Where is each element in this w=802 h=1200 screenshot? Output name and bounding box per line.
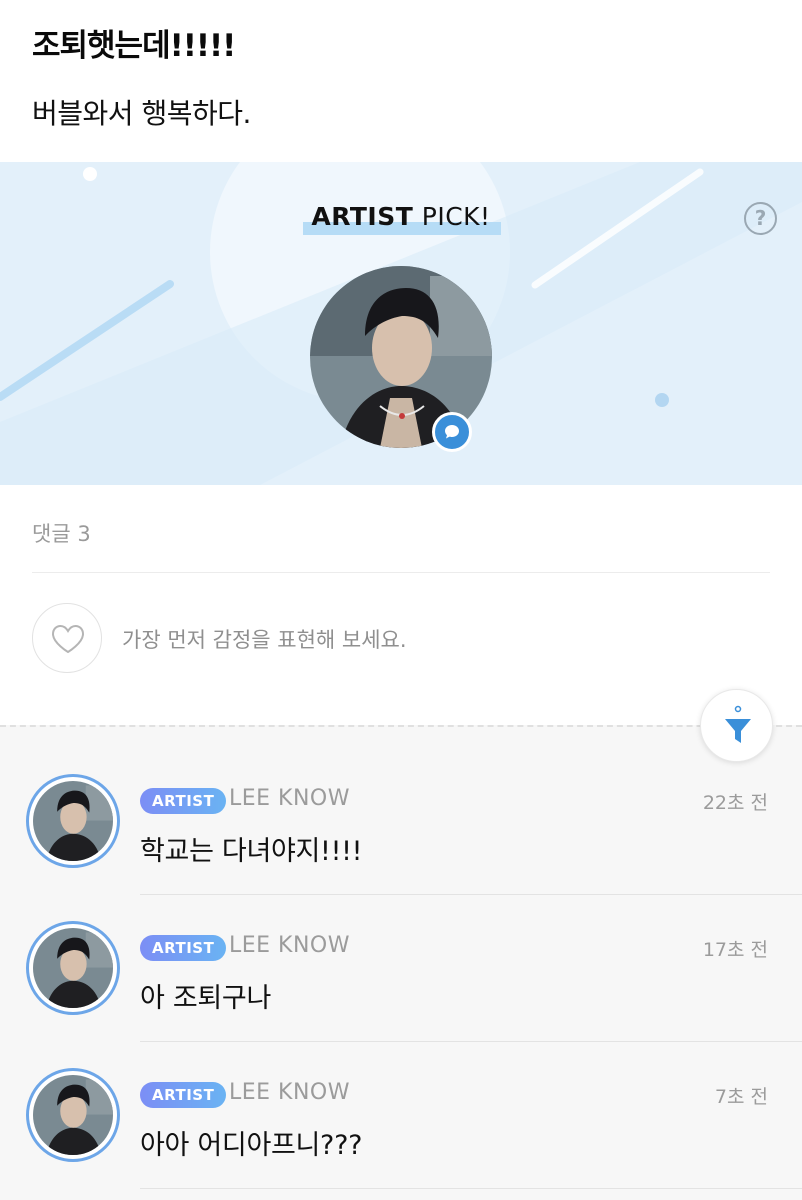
comment-author[interactable]: LEE KNOW <box>229 786 350 811</box>
artist-pick-banner: ARTIST PICK! ? <box>0 162 802 485</box>
artist-pick-heading-bold: ARTIST <box>311 202 414 231</box>
like-prompt: 가장 먼저 감정을 표현해 보세요. <box>122 628 407 652</box>
like-button[interactable] <box>32 603 102 673</box>
commenter-avatar[interactable] <box>26 774 120 868</box>
comment-text: 학교는 다녀야지!!!! <box>140 836 363 867</box>
artist-badge: ARTIST <box>140 935 227 961</box>
chat-bubble-icon <box>432 412 472 452</box>
comment-text: 아아 어디아프니??? <box>140 1130 363 1161</box>
comment-author[interactable]: LEE KNOW <box>229 1080 350 1105</box>
comment-author[interactable]: LEE KNOW <box>229 933 350 958</box>
comment-item: ARTIST LEE KNOW 17초 전 아 조퇴구나 <box>0 921 802 1068</box>
comment-time: 17초 전 <box>702 939 768 961</box>
commenter-avatar[interactable] <box>26 1068 120 1162</box>
heart-icon <box>51 624 85 654</box>
divider <box>140 894 802 895</box>
artist-pick-heading-rest: PICK! <box>413 202 491 231</box>
comment-count: 댓글 3 <box>32 522 91 546</box>
filter-icon <box>725 705 751 743</box>
comment-item: ARTIST LEE KNOW 22초 전 학교는 다녀야지!!!! <box>0 774 802 921</box>
artist-pick-heading: ARTIST PICK! <box>0 202 802 235</box>
comment-text: 아 조퇴구나 <box>140 983 271 1014</box>
divider <box>140 1188 802 1189</box>
artist-badge: ARTIST <box>140 1082 227 1108</box>
filter-button[interactable] <box>700 689 773 762</box>
comment-time: 7초 전 <box>714 1086 768 1108</box>
divider <box>140 1041 802 1042</box>
commenter-avatar[interactable] <box>26 921 120 1015</box>
comment-time: 22초 전 <box>702 792 768 814</box>
post-body: 버블와서 행복하다. <box>32 97 251 130</box>
post-title: 조퇴햇는데!!!!! <box>32 28 236 64</box>
question-circle-icon[interactable]: ? <box>744 202 777 235</box>
artist-badge: ARTIST <box>140 788 227 814</box>
comment-item: ARTIST LEE KNOW 7초 전 아아 어디아프니??? <box>0 1068 802 1200</box>
divider <box>32 572 770 573</box>
